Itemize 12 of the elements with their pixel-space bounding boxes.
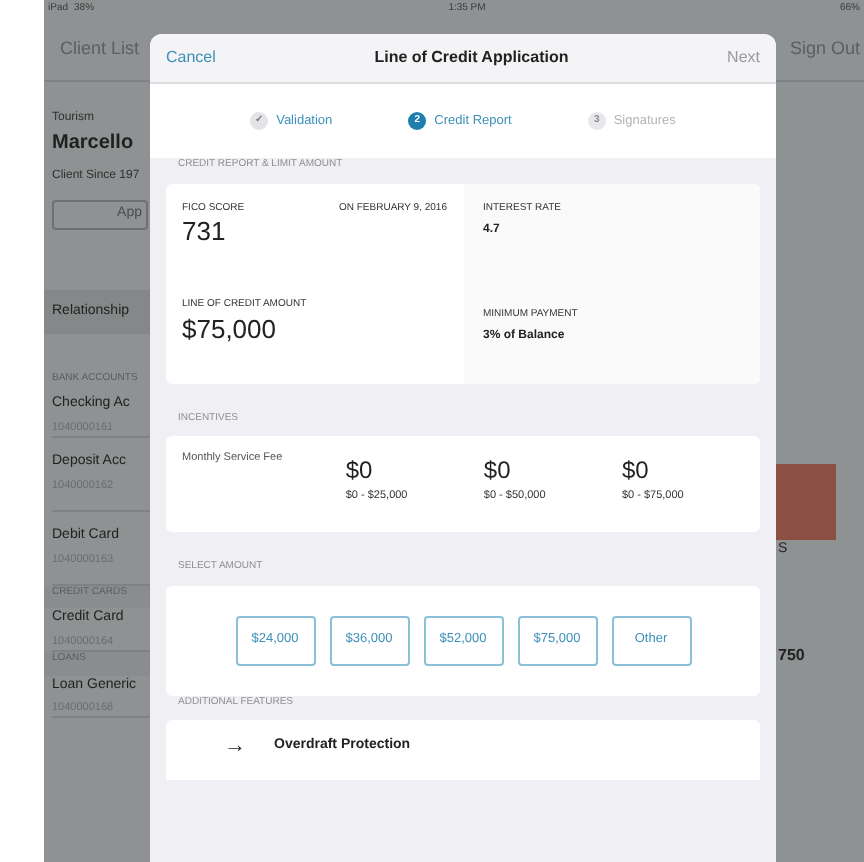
fee-amount: $0 [345,456,375,484]
credit-amount: $75,000 [182,313,278,343]
partial-text: 750 [778,644,805,668]
modal-title: Line of Credit Application [374,46,569,70]
arrow-icon: → [224,734,246,758]
cancel-button[interactable]: Cancel [166,46,216,70]
fee-amount: $0 [621,456,651,484]
fee-amount: $0 [483,456,513,484]
next-button[interactable]: Next [727,46,760,70]
status-panel [776,464,836,540]
fico-score: 731 [182,216,228,246]
client-name: Marcello [52,130,136,158]
